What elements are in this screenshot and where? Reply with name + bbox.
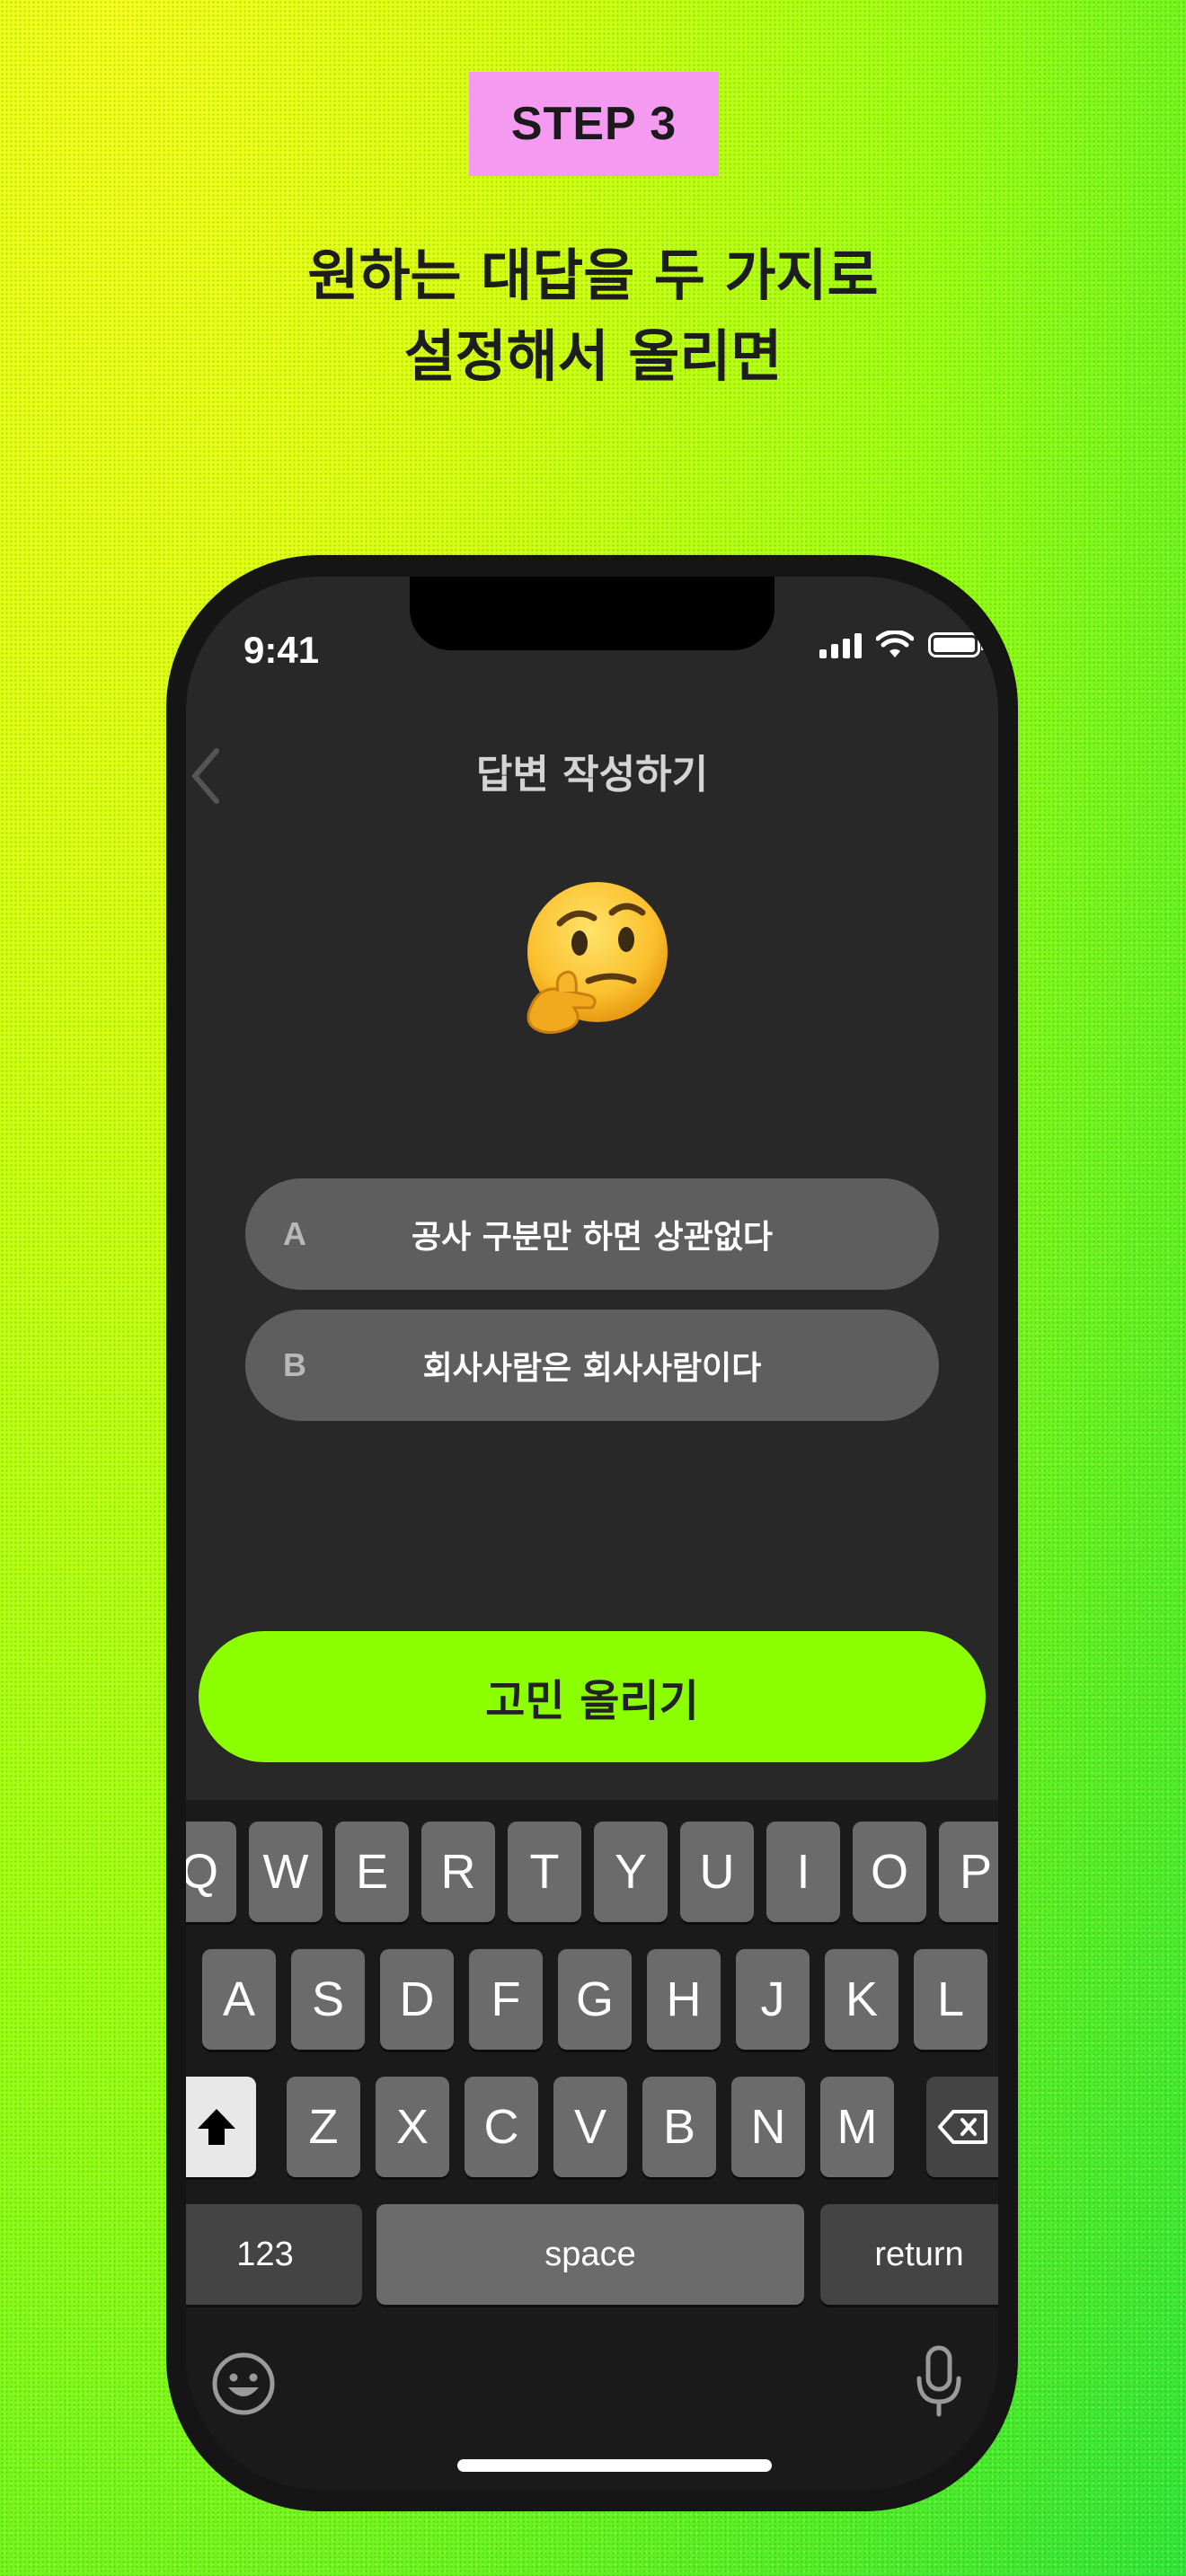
key-x[interactable]: X [376,2077,449,2177]
key-d[interactable]: D [380,1949,454,2050]
answer-text: 공사 구분만 하면 상관없다 [412,1219,773,1256]
phone-frame: 9:41 답변 작성하기 A 공사 구분만 하면 상관없다 B 회사사람은 회사… [166,555,1018,2511]
submit-button[interactable]: 고민 올리기 [199,1631,986,1762]
answer-letter: B [283,1346,306,1383]
emoji-keyboard-icon[interactable] [211,2351,276,2416]
phone-screen: 9:41 답변 작성하기 A 공사 구분만 하면 상관없다 B 회사사람은 회사… [186,577,998,2490]
key-i[interactable]: I [766,1822,840,1922]
key-v[interactable]: V [553,2077,627,2177]
wifi-icon [876,631,914,657]
key-z[interactable]: Z [287,2077,360,2177]
key-a[interactable]: A [202,1949,276,2050]
key-j[interactable]: J [736,1949,810,2050]
notch [410,577,774,650]
answer-text: 회사사람은 회사사람이다 [422,1350,762,1387]
key-r[interactable]: R [421,1822,495,1922]
backspace-icon [938,2110,987,2144]
key-o[interactable]: O [853,1822,926,1922]
key-k[interactable]: K [825,1949,898,2050]
headline-line-2: 설정해서 올리면 [403,323,783,389]
key-l[interactable]: L [914,1949,987,2050]
key-b[interactable]: B [642,2077,716,2177]
answer-option-a[interactable]: A 공사 구분만 하면 상관없다 [245,1178,939,1290]
microphone-icon[interactable] [914,2344,964,2420]
status-time: 9:41 [243,629,320,671]
delete-key[interactable] [926,2077,998,2177]
headline: 원하는 대답을 두 가지로 설정해서 올리면 [0,235,1186,397]
answer-letter: A [283,1215,306,1252]
answer-option-b[interactable]: B 회사사람은 회사사람이다 [245,1310,939,1421]
key-g[interactable]: G [558,1949,632,2050]
key-e[interactable]: E [335,1822,409,1922]
step-badge: STEP 3 [469,72,719,176]
space-key[interactable]: space [376,2204,804,2305]
cellular-signal-icon [819,631,862,658]
page-title: 답변 작성하기 [475,752,709,798]
return-key[interactable]: return [820,2204,998,2305]
key-q[interactable]: Q [186,1822,236,1922]
keyboard: Q W E R T Y U I O P A S D F G H J K L Z … [186,1800,998,2490]
shift-key[interactable] [186,2077,256,2177]
battery-icon [928,632,985,657]
key-h[interactable]: H [647,1949,721,2050]
key-s[interactable]: S [291,1949,365,2050]
key-u[interactable]: U [680,1822,754,1922]
headline-line-1: 원하는 대답을 두 가지로 [307,243,879,308]
key-t[interactable]: T [508,1822,581,1922]
key-f[interactable]: F [469,1949,543,2050]
thinking-face-icon [527,882,668,1034]
home-indicator [457,2459,772,2472]
key-y[interactable]: Y [594,1822,668,1922]
numbers-key[interactable]: 123 [186,2204,362,2305]
key-n[interactable]: N [731,2077,805,2177]
key-w[interactable]: W [249,1822,323,1922]
key-p[interactable]: P [939,1822,998,1922]
status-icons [819,631,985,659]
key-c[interactable]: C [465,2077,538,2177]
key-m[interactable]: M [820,2077,894,2177]
shift-arrow-icon [198,2109,235,2145]
